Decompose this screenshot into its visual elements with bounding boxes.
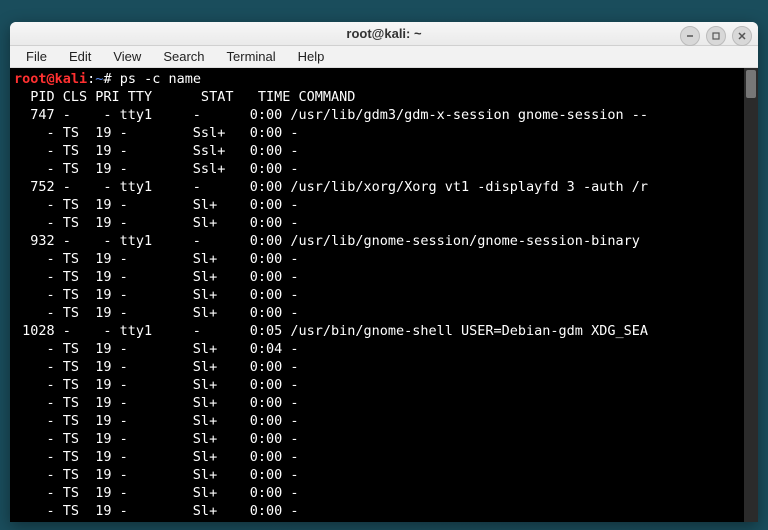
menubar: File Edit View Search Terminal Help <box>10 46 758 68</box>
titlebar[interactable]: root@kali: ~ <box>10 22 758 46</box>
maximize-button[interactable] <box>706 26 726 46</box>
menu-file[interactable]: File <box>16 46 57 67</box>
scrollbar[interactable] <box>744 68 758 522</box>
close-icon <box>737 31 747 41</box>
maximize-icon <box>711 31 721 41</box>
close-button[interactable] <box>732 26 752 46</box>
terminal-window: root@kali: ~ File Edit View Search Termi… <box>10 22 758 522</box>
terminal-area: root@kali:~# ps -c name PID CLS PRI TTY … <box>10 68 758 522</box>
window-controls <box>680 26 752 46</box>
terminal-output[interactable]: root@kali:~# ps -c name PID CLS PRI TTY … <box>10 68 744 522</box>
scroll-thumb[interactable] <box>746 70 756 98</box>
menu-view[interactable]: View <box>103 46 151 67</box>
menu-help[interactable]: Help <box>288 46 335 67</box>
menu-search[interactable]: Search <box>153 46 214 67</box>
minimize-icon <box>685 31 695 41</box>
menu-edit[interactable]: Edit <box>59 46 101 67</box>
minimize-button[interactable] <box>680 26 700 46</box>
menu-terminal[interactable]: Terminal <box>217 46 286 67</box>
window-title: root@kali: ~ <box>10 26 758 41</box>
